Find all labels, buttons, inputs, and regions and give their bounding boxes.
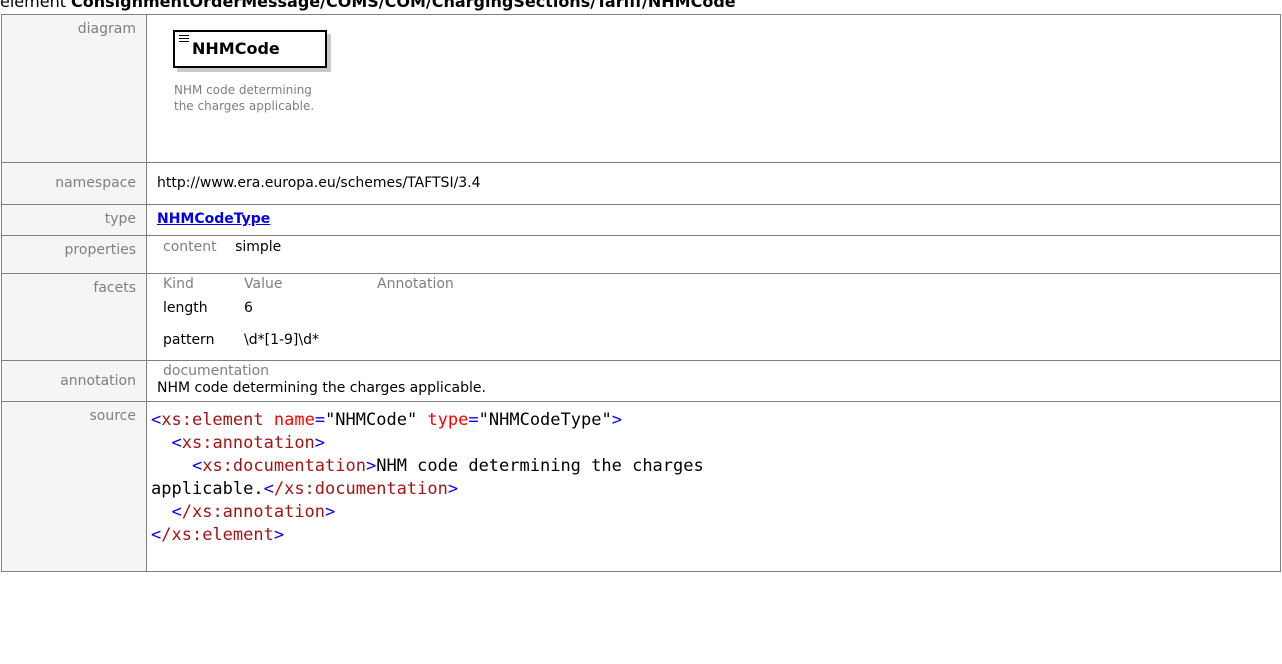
row-properties: properties content simple	[1, 235, 1281, 274]
element-node[interactable]: NHMCode	[173, 30, 327, 68]
schema-doc-table: diagram NHMCode NHM code determining the…	[1, 14, 1281, 572]
facet-kind-length: length	[163, 300, 208, 316]
row-namespace: namespace http://www.era.europa.eu/schem…	[1, 162, 1281, 205]
facet-value-length: 6	[244, 300, 253, 316]
row-type: type NHMCodeType	[1, 204, 1281, 236]
namespace-value: http://www.era.europa.eu/schemes/TAFTSI/…	[157, 175, 481, 191]
label-facets: facets	[1, 273, 147, 361]
page-title: element ConsignmentOrderMessage/COMS/COM/…	[0, 0, 736, 15]
property-key: content	[163, 239, 217, 255]
facets-header-value: Value	[244, 276, 283, 292]
facet-value-pattern: \d*[1-9]\d*	[244, 332, 319, 348]
facets-header-kind: Kind	[163, 276, 194, 292]
property-value: simple	[235, 239, 282, 255]
label-diagram: diagram	[1, 14, 147, 163]
label-source: source	[1, 401, 147, 572]
row-source: source <xs:element name="NHMCode" type="…	[1, 401, 1281, 572]
diagram-area: NHMCode NHM code determining the charges…	[147, 15, 1280, 162]
facets-header-annotation: Annotation	[377, 276, 454, 292]
type-link[interactable]: NHMCodeType	[157, 211, 270, 227]
element-node-name: NHMCode	[192, 39, 280, 58]
annotation-key: documentation	[163, 363, 270, 379]
label-annotation: annotation	[1, 360, 147, 402]
row-diagram: diagram NHMCode NHM code determining the…	[1, 14, 1281, 163]
title-kind: element	[0, 0, 66, 11]
element-node-doc: NHM code determining the charges applica…	[174, 83, 315, 113]
label-type: type	[1, 204, 147, 236]
documentation-lines-icon	[179, 35, 189, 44]
title-path: ConsignmentOrderMessage/COMS/COM/Chargin…	[70, 0, 736, 11]
label-namespace: namespace	[1, 162, 147, 205]
row-annotation: annotation documentation NHM code determ…	[1, 360, 1281, 402]
row-facets: facets Kind Value Annotation length 6 pa…	[1, 273, 1281, 361]
source-code: <xs:element name="NHMCode" type="NHMCode…	[151, 410, 704, 545]
facet-kind-pattern: pattern	[163, 332, 215, 348]
annotation-text: NHM code determining the charges applica…	[157, 380, 486, 396]
label-properties: properties	[1, 235, 147, 274]
